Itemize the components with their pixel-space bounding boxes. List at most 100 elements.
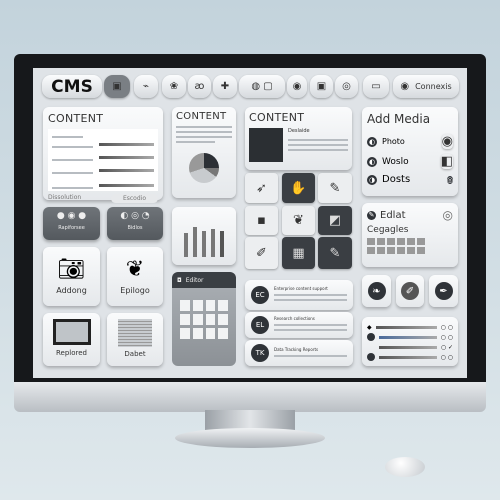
posts-button[interactable]: ◎ xyxy=(446,175,453,184)
card-subtitle: Deslaide xyxy=(288,128,310,134)
list-text: Research collections xyxy=(274,316,315,321)
list-item[interactable]: EL Research collections xyxy=(245,312,353,338)
monitor-chin xyxy=(14,382,486,412)
bar xyxy=(211,229,215,257)
toggle[interactable]: ◉ xyxy=(441,134,453,149)
tile-gallery-icon[interactable]: ▦ xyxy=(282,237,315,269)
grid-header[interactable]: ◘ Editor xyxy=(172,272,236,288)
bar-chart-card[interactable] xyxy=(172,207,236,265)
edit-title: Edlat xyxy=(380,209,406,221)
tile-hand-icon[interactable]: ✋ xyxy=(282,173,315,203)
mouse xyxy=(385,457,425,477)
slider-value-icon: ○ ○ xyxy=(440,353,453,361)
bar xyxy=(184,233,188,257)
small-card-left[interactable]: ● ◉ ● Rapiforsee xyxy=(43,207,100,240)
card-label: Dabet xyxy=(124,350,146,358)
slider[interactable] xyxy=(375,325,437,329)
small-card-label: Rapiforsee xyxy=(58,225,85,231)
content-card-1[interactable]: CONTENT Dissolution Escodio xyxy=(43,107,163,203)
leaf-icon: ❧ xyxy=(367,282,386,300)
media-item-posts: Dosts xyxy=(382,174,411,185)
pen-icon: ✒ xyxy=(434,282,453,300)
grid-header-label: Editor xyxy=(185,276,204,284)
bar xyxy=(220,231,224,257)
media-item-video: Woslo xyxy=(382,156,409,167)
refresh-icon[interactable]: ◎ xyxy=(335,75,358,98)
bar xyxy=(193,227,197,257)
video-icon: ◐ xyxy=(367,156,377,167)
edit-card[interactable]: ✎ Edlat ◎ Cegagles xyxy=(362,203,458,267)
slider-value-icon: ○ ✓ xyxy=(440,343,453,351)
small-icons: ● ◉ ● xyxy=(56,211,87,221)
epilogue-card[interactable]: ❦ Epilogo xyxy=(107,247,163,306)
slider-icon xyxy=(367,353,375,361)
card-label: Addong xyxy=(56,286,87,295)
cms-logo: CMS xyxy=(42,75,102,98)
round-button-1[interactable]: ❧ xyxy=(362,275,391,307)
eg-icon[interactable]: ꜵ xyxy=(188,75,211,98)
shield-icon: ◘ xyxy=(177,276,182,284)
posts-icon: ◑ xyxy=(367,174,377,185)
form-panel xyxy=(48,129,158,191)
tile-leaf-icon[interactable]: ❦ xyxy=(282,206,315,235)
list-badge: TK xyxy=(251,344,269,362)
tile-tag-icon[interactable]: ▪ xyxy=(245,206,278,235)
picture-icon xyxy=(52,319,91,345)
sliders-card[interactable]: ◆ ○ ○ ○ ○ ○ ✓ ○ ○ xyxy=(362,317,458,366)
tile-pen-icon[interactable]: ✐ xyxy=(245,237,278,269)
list-badge: EC xyxy=(251,286,269,304)
toggle[interactable]: ◧ xyxy=(440,154,453,169)
window-icon[interactable]: ▭ xyxy=(363,75,389,98)
round-button-2[interactable]: ✐ xyxy=(396,275,424,307)
thumbnail xyxy=(249,128,283,162)
plant-icon: ❦ xyxy=(125,257,145,282)
settings-icon[interactable]: ◎ xyxy=(443,208,453,222)
code-icon[interactable]: ⌁ xyxy=(134,75,158,98)
content-card-2[interactable]: CONTENT xyxy=(172,107,236,198)
footer-label: Dissolution xyxy=(48,194,82,201)
card-title: CONTENT xyxy=(249,111,305,124)
list-item[interactable]: TK Data Tracking Reports xyxy=(245,340,353,366)
small-card-label: Bidlos xyxy=(127,225,143,231)
round-button-3[interactable]: ✒ xyxy=(429,275,458,307)
slider-value-icon: ○ ○ xyxy=(440,323,453,331)
tile-brush-icon[interactable]: ✎ xyxy=(318,237,352,269)
monitor-base xyxy=(175,428,325,448)
media-item-photo: Photo xyxy=(382,137,405,146)
pie-chart-icon xyxy=(189,153,219,183)
puzzle-icon[interactable]: ✚ xyxy=(213,75,237,98)
card-title: CONTENT xyxy=(48,112,104,125)
slider-icon xyxy=(367,333,375,341)
slider[interactable] xyxy=(379,335,437,339)
footer-button[interactable]: Escodio xyxy=(110,194,158,203)
brush-icon: ✐ xyxy=(401,282,419,300)
add-image-card[interactable]: 📷︎ Addong xyxy=(43,247,100,306)
replaced-card[interactable]: Replored xyxy=(43,313,100,366)
tile-edit-icon[interactable]: ✎ xyxy=(318,173,352,203)
categories-label: Cegagles xyxy=(367,225,409,235)
circle-icon[interactable]: ◉ xyxy=(287,75,307,98)
edit-icon: ✎ xyxy=(367,210,376,220)
list-badge: EL xyxy=(251,316,269,334)
list-item[interactable]: EC Enterprise content support xyxy=(245,280,353,310)
small-card-right[interactable]: ◐ ◎ ◔ Bidlos xyxy=(107,207,163,240)
photo-icon: ◐ xyxy=(367,136,377,147)
slider-icon: ◆ xyxy=(367,323,372,331)
globe-icon[interactable]: ◍ ▢ xyxy=(239,75,285,98)
document-icon xyxy=(118,319,152,347)
brain-icon[interactable]: ❀ xyxy=(162,75,186,98)
image-icon[interactable]: ▣ xyxy=(104,75,130,98)
small-icons: ◐ ◎ ◔ xyxy=(120,211,150,221)
doc-card[interactable]: Dabet xyxy=(107,313,163,366)
slider[interactable] xyxy=(379,355,437,359)
slider[interactable] xyxy=(379,345,437,349)
content-card-3[interactable]: CONTENT Deslaide xyxy=(245,107,352,170)
tile-arrow-icon[interactable]: ➶ xyxy=(245,173,278,203)
connect-icon: ◉ xyxy=(400,81,410,92)
grid-card[interactable] xyxy=(172,288,236,366)
save-icon[interactable]: ▣ xyxy=(310,75,333,98)
add-media-card[interactable]: Add Media ◐ Photo ◉ ◐ Woslo ◧ ◑ Dosts ◎ xyxy=(362,107,458,196)
connect-button[interactable]: ◉ Connexis xyxy=(393,75,459,98)
tile-image-icon[interactable]: ◩ xyxy=(318,206,352,235)
card-label: Epilogo xyxy=(120,286,150,295)
